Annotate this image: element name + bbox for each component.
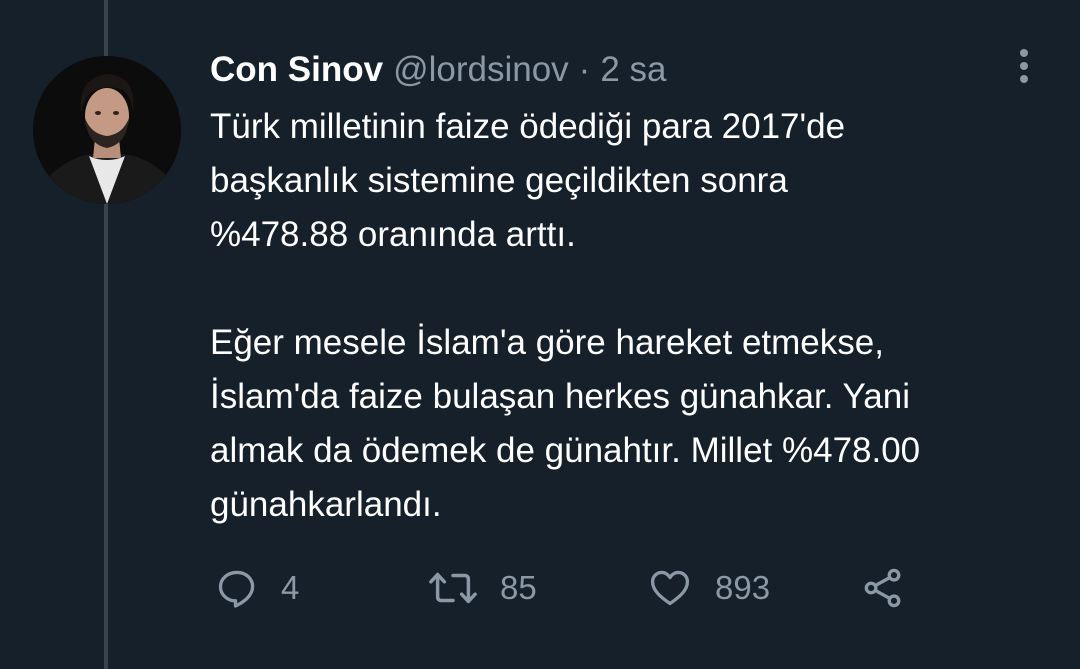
avatar-photo bbox=[33, 56, 181, 204]
tweet-paragraph: Eğer mesele İslam'a göre hareket etmekse… bbox=[210, 323, 921, 524]
tweet-actions: 4 85 893 bbox=[210, 560, 930, 616]
retweet-icon bbox=[428, 566, 478, 610]
retweet-count: 85 bbox=[500, 569, 537, 606]
tweet-paragraph: Türk milletinin faize ödediği para 2017'… bbox=[210, 107, 846, 254]
heart-icon bbox=[647, 566, 693, 610]
more-options-button[interactable] bbox=[1006, 46, 1042, 90]
tweet-text: Türk milletinin faize ödediği para 2017'… bbox=[210, 100, 1060, 532]
separator-dot: · bbox=[578, 50, 591, 89]
timestamp[interactable]: 2 sa bbox=[600, 50, 666, 90]
share-icon bbox=[860, 566, 906, 610]
display-name[interactable]: Con Sinov bbox=[210, 50, 383, 90]
reply-button[interactable]: 4 bbox=[215, 560, 299, 616]
tweet-header: Con Sinov @lordsinov · 2 sa bbox=[210, 46, 666, 94]
like-count: 893 bbox=[715, 569, 771, 606]
reply-count: 4 bbox=[281, 569, 300, 606]
username-handle[interactable]: @lordsinov bbox=[393, 50, 569, 90]
like-button[interactable]: 893 bbox=[647, 560, 770, 616]
retweet-button[interactable]: 85 bbox=[428, 560, 537, 616]
avatar[interactable] bbox=[33, 56, 181, 204]
reply-icon bbox=[215, 566, 259, 610]
share-button[interactable] bbox=[860, 560, 906, 616]
more-vertical-icon bbox=[1018, 48, 1030, 89]
